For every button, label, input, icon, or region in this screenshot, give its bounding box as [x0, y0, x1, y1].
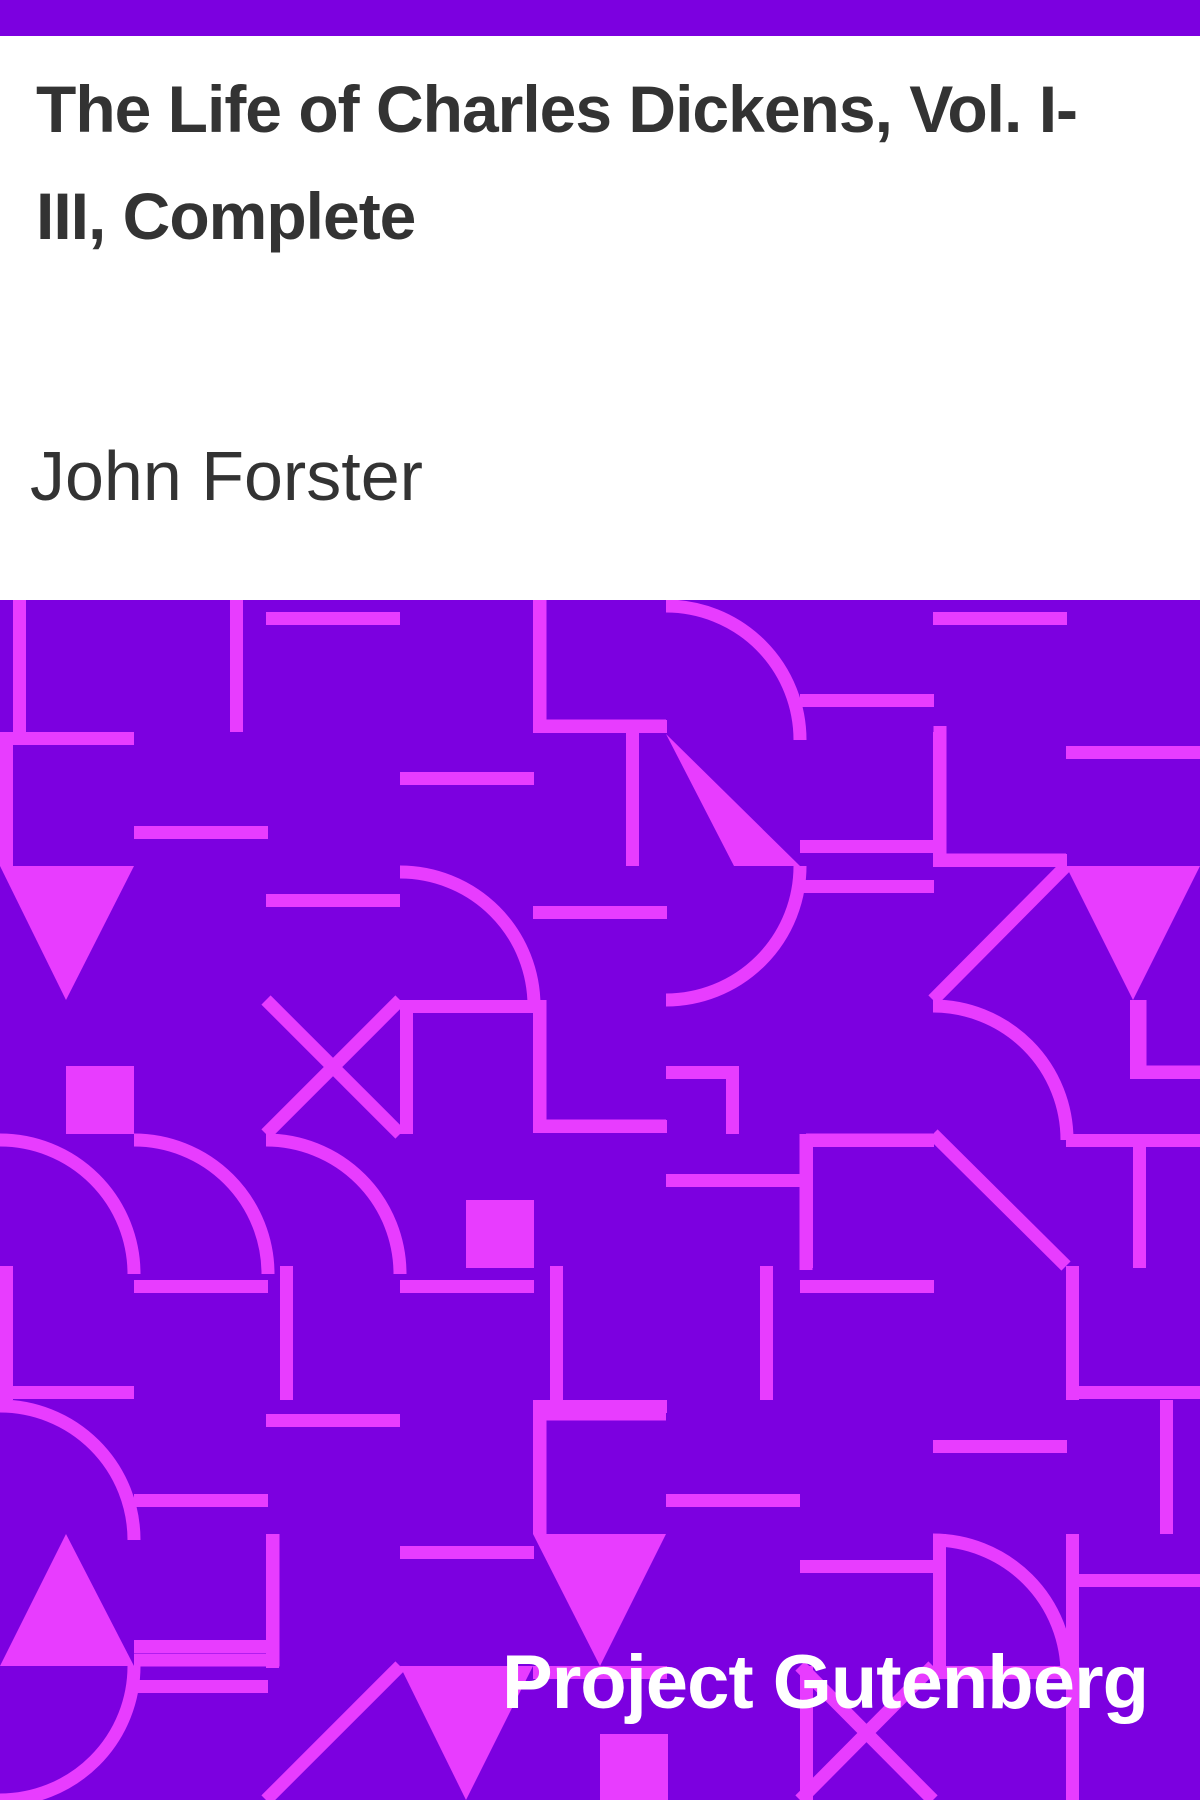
top-color-strip	[0, 0, 1200, 36]
book-author: John Forster	[30, 437, 423, 515]
book-title: The Life of Charles Dickens, Vol. I-III,…	[36, 72, 1078, 253]
decorative-pattern	[0, 600, 1200, 1800]
publisher-name: Project Gutenberg	[502, 1640, 1149, 1725]
